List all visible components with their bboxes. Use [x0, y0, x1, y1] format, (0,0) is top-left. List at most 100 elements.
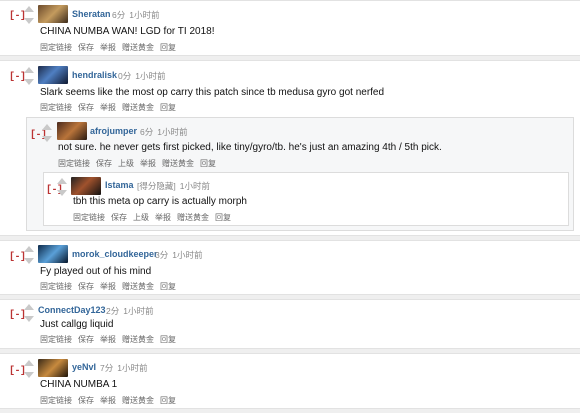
comment-actions: 固定链接 保存 举报 赠送黄金 回复 [40, 334, 182, 345]
report-link[interactable]: 举报 [100, 43, 116, 52]
reply-link[interactable]: 回复 [215, 213, 231, 222]
comment-score: 7分 [100, 363, 114, 373]
comment-score: 0分 [118, 71, 132, 81]
comment: [-] Sheratan 6分 1小时前 CHINA NUMBA WAN! LGD… [0, 0, 580, 56]
comment-body: tbh this meta op carry is actually morph [73, 196, 247, 207]
comment-time: 1小时前 [117, 363, 148, 373]
downvote-arrow-icon[interactable] [42, 136, 52, 142]
upvote-arrow-icon[interactable] [24, 304, 34, 310]
comment-body: CHINA NUMBA 1 [40, 379, 118, 390]
upvote-arrow-icon[interactable] [24, 6, 34, 12]
comment-time: 1小时前 [129, 10, 160, 20]
save-link[interactable]: 保存 [78, 43, 94, 52]
comment-time: 1小时前 [123, 306, 154, 316]
save-link[interactable]: 保存 [96, 159, 112, 168]
comment-body: CHINA NUMBA WAN! LGD for TI 2018! [40, 26, 215, 37]
upvote-arrow-icon[interactable] [42, 124, 52, 130]
avatar [57, 122, 87, 140]
comment-meta: 6分 1小时前 [112, 9, 159, 21]
report-link[interactable]: 举报 [100, 335, 116, 344]
comment-author[interactable]: ConnectDay123 [38, 305, 106, 315]
comment-meta: 2分 1小时前 [106, 305, 153, 317]
permalink-link[interactable]: 固定链接 [40, 103, 72, 112]
comment-actions: 固定链接 保存 举报 赠送黄金 回复 [40, 281, 182, 292]
report-link[interactable]: 举报 [140, 159, 156, 168]
reply-link[interactable]: 回复 [160, 396, 176, 405]
comment-author[interactable]: Sheratan [72, 9, 111, 19]
give-gold-link[interactable]: 赠送黄金 [122, 396, 154, 405]
comment-meta: 0分 1小时前 [118, 70, 165, 82]
avatar [38, 245, 68, 263]
comment-author[interactable]: hendralisk [72, 70, 117, 80]
downvote-arrow-icon[interactable] [57, 190, 67, 196]
give-gold-link[interactable]: 赠送黄金 [162, 159, 194, 168]
avatar [38, 359, 68, 377]
permalink-link[interactable]: 固定链接 [40, 43, 72, 52]
comment-actions: 固定链接 保存 举报 赠送黄金 回复 [40, 42, 182, 53]
upvote-arrow-icon[interactable] [24, 67, 34, 73]
save-link[interactable]: 保存 [111, 213, 127, 222]
upvote-arrow-icon[interactable] [57, 178, 67, 184]
give-gold-link[interactable]: 赠送黄金 [122, 43, 154, 52]
comment-author[interactable]: Istama [105, 180, 134, 190]
permalink-link[interactable]: 固定链接 [40, 282, 72, 291]
downvote-arrow-icon[interactable] [24, 372, 34, 378]
comment-actions: 固定链接 保存 举报 赠送黄金 回复 [40, 395, 182, 406]
comment: [-] yeNvI 7分 1小时前 CHINA NUMBA 1 固定链接 保存 举报赠… [0, 353, 580, 409]
comment-body: Fy played out of his mind [40, 266, 152, 277]
reply-link[interactable]: 回复 [200, 159, 216, 168]
upvote-arrow-icon[interactable] [24, 246, 34, 252]
report-link[interactable]: 举报 [155, 213, 171, 222]
comment-actions: 固定链接 保存 上级 举报 赠送黄金 回复 [73, 212, 237, 223]
comment-actions: 固定链接 保存 举报 赠送黄金 回复 [40, 102, 182, 113]
comment-author[interactable]: morok_cloudkeeper [72, 249, 158, 259]
comment: [-] ConnectDay123 2分 1小时前 Just callgg liq… [0, 299, 580, 349]
give-gold-link[interactable]: 赠送黄金 [122, 335, 154, 344]
comment-body: Slark seems like the most op carry this … [40, 87, 385, 98]
downvote-arrow-icon[interactable] [24, 258, 34, 264]
upvote-arrow-icon[interactable] [24, 360, 34, 366]
avatar [71, 177, 101, 195]
comment-author[interactable]: afrojumper [90, 126, 137, 136]
comment-meta: 3分 1小时前 [155, 249, 202, 261]
give-gold-link[interactable]: 赠送黄金 [122, 103, 154, 112]
downvote-arrow-icon[interactable] [24, 79, 34, 85]
reply-link[interactable]: 回复 [160, 282, 176, 291]
permalink-link[interactable]: 固定链接 [40, 396, 72, 405]
nested-comment: [-] afrojumper 6分 1小时前 not sure. he never… [26, 117, 574, 231]
reply-link[interactable]: 回复 [160, 43, 176, 52]
permalink-link[interactable]: 固定链接 [40, 335, 72, 344]
downvote-arrow-icon[interactable] [24, 316, 34, 322]
parent-link[interactable]: 上级 [118, 159, 134, 168]
report-link[interactable]: 举报 [100, 282, 116, 291]
save-link[interactable]: 保存 [78, 282, 94, 291]
permalink-link[interactable]: 固定链接 [58, 159, 90, 168]
report-link[interactable]: 举报 [100, 103, 116, 112]
give-gold-link[interactable]: 赠送黄金 [122, 282, 154, 291]
avatar [38, 5, 68, 23]
comment-author[interactable]: yeNvI [72, 362, 96, 372]
comment-time: 1小时前 [172, 250, 203, 260]
comment-meta: 7分 1小时前 [100, 362, 147, 374]
reply-link[interactable]: 回复 [160, 335, 176, 344]
give-gold-link[interactable]: 赠送黄金 [177, 213, 209, 222]
parent-link[interactable]: 上级 [133, 213, 149, 222]
comment-score: [得分隐藏] [137, 181, 176, 191]
comment-score: 6分 [112, 10, 126, 20]
comment-score: 2分 [106, 306, 120, 316]
permalink-link[interactable]: 固定链接 [73, 213, 105, 222]
save-link[interactable]: 保存 [78, 396, 94, 405]
downvote-arrow-icon[interactable] [24, 18, 34, 24]
nested-comment: [-] Istama [得分隐藏] 1小时前 tbh this meta op c… [43, 172, 569, 226]
avatar [38, 66, 68, 84]
reply-link[interactable]: 回复 [160, 103, 176, 112]
report-link[interactable]: 举报 [100, 396, 116, 405]
comment-score: 6分 [140, 127, 154, 137]
comment-time: 1小时前 [179, 181, 210, 191]
save-link[interactable]: 保存 [78, 335, 94, 344]
comment-score: 3分 [155, 250, 169, 260]
comment: [-] morok_cloudkeeper 3分 1小时前 Fy played o… [0, 240, 580, 295]
save-link[interactable]: 保存 [78, 103, 94, 112]
comment: [-] hendralisk 0分 1小时前 Slark seems like t… [0, 60, 580, 236]
comment-time: 1小时前 [135, 71, 166, 81]
